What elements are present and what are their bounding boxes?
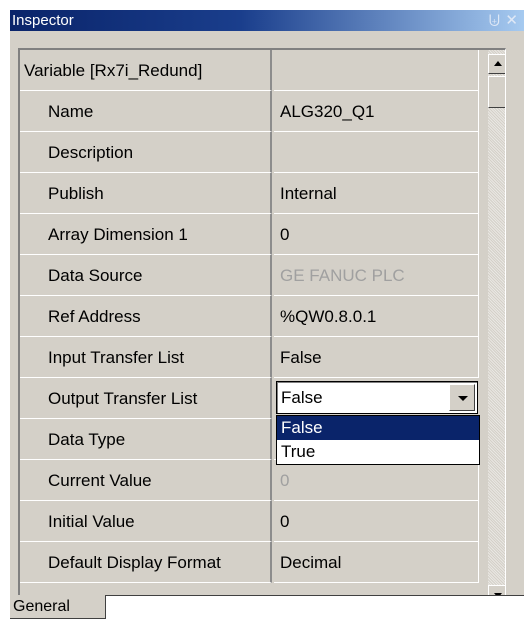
property-name: Current Value [20, 460, 272, 501]
property-value[interactable]: 0 [274, 501, 479, 542]
property-row-variable[interactable]: Variable [Rx7i_Redund] [20, 50, 479, 91]
scroll-up-button[interactable] [488, 54, 505, 74]
property-grid: Variable [Rx7i_Redund] Name ALG320_Q1 De… [18, 48, 506, 608]
window-title: Inspector [12, 12, 74, 29]
property-name: Data Type [20, 419, 272, 460]
dropdown-button[interactable] [449, 384, 475, 411]
inspector-panel: Variable [Rx7i_Redund] Name ALG320_Q1 De… [10, 31, 524, 619]
property-row-name[interactable]: Name ALG320_Q1 [20, 91, 479, 132]
property-row-ref-address[interactable]: Ref Address %QW0.8.0.1 [20, 296, 479, 337]
scroll-thumb[interactable] [488, 76, 505, 108]
output-transfer-list-combobox[interactable]: False [276, 381, 478, 414]
property-value [274, 50, 479, 91]
property-name: Description [20, 132, 272, 173]
arrow-up-icon [494, 61, 502, 66]
pin-icon[interactable]: ⨄ [489, 10, 500, 31]
property-name: Publish [20, 173, 272, 214]
property-value[interactable]: %QW0.8.0.1 [274, 296, 479, 337]
property-row-publish[interactable]: Publish Internal [20, 173, 479, 214]
property-row-array-dimension[interactable]: Array Dimension 1 0 [20, 214, 479, 255]
combobox-value: False [281, 388, 323, 407]
property-value[interactable]: ALG320_Q1 [274, 91, 479, 132]
property-name: Data Source [20, 255, 272, 296]
tab-general[interactable]: General [10, 595, 106, 619]
property-name: Default Display Format [20, 542, 272, 583]
close-icon[interactable]: ✕ [505, 10, 518, 31]
tab-strip-background [106, 595, 524, 619]
property-value[interactable]: Internal [274, 173, 479, 214]
inspector-title-bar[interactable]: Inspector ⨄ ✕ [10, 10, 524, 31]
property-value[interactable]: False [274, 337, 479, 378]
property-row-initial-value[interactable]: Initial Value 0 [20, 501, 479, 542]
property-name: Variable [Rx7i_Redund] [20, 50, 272, 91]
dropdown-option-false[interactable]: False [277, 416, 479, 440]
property-row-current-value[interactable]: Current Value 0 [20, 460, 479, 501]
dropdown-list[interactable]: False True [276, 415, 480, 465]
property-row-output-transfer-list[interactable]: Output Transfer List False [20, 378, 478, 419]
property-value[interactable]: Decimal [274, 542, 479, 583]
vertical-scrollbar[interactable] [488, 50, 505, 607]
property-row-input-transfer-list[interactable]: Input Transfer List False [20, 337, 479, 378]
tab-strip: General [10, 595, 524, 619]
property-value: GE FANUC PLC [274, 255, 479, 296]
property-row-description[interactable]: Description [20, 132, 479, 173]
chevron-down-icon [458, 396, 468, 401]
property-row-data-source[interactable]: Data Source GE FANUC PLC [20, 255, 479, 296]
property-name: Output Transfer List [20, 378, 272, 419]
property-value[interactable] [274, 132, 479, 173]
property-name: Array Dimension 1 [20, 214, 272, 255]
property-name: Input Transfer List [20, 337, 272, 378]
dropdown-option-true[interactable]: True [277, 440, 479, 464]
property-name: Name [20, 91, 272, 132]
property-value[interactable]: 0 [274, 214, 479, 255]
property-name: Initial Value [20, 501, 272, 542]
property-name: Ref Address [20, 296, 272, 337]
property-row-default-display-format[interactable]: Default Display Format Decimal [20, 542, 479, 583]
property-value: 0 [274, 460, 479, 501]
